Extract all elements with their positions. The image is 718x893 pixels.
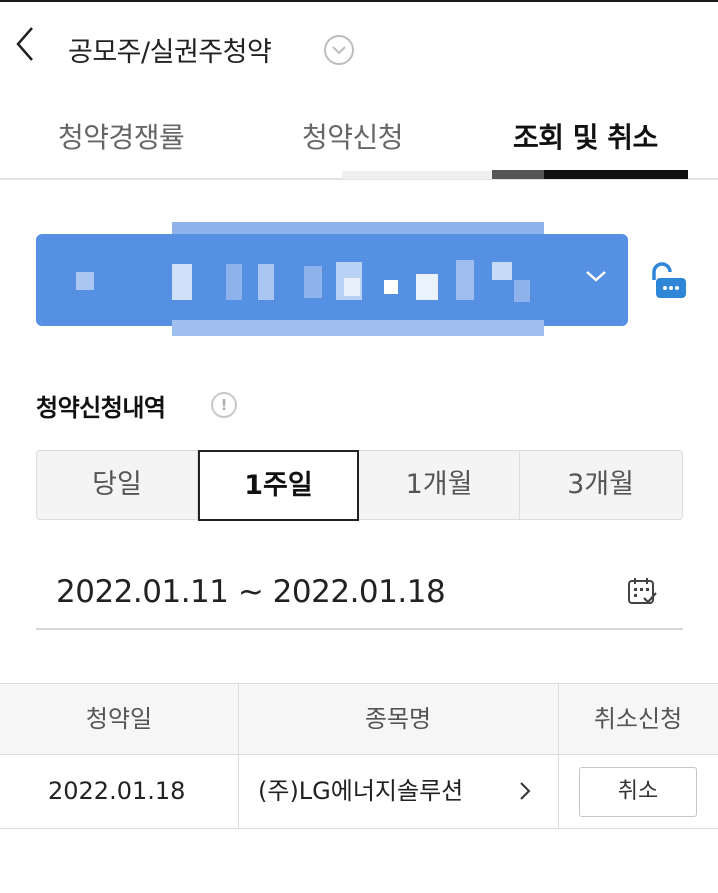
chevron-left-icon — [16, 27, 33, 61]
masked-pixel — [258, 264, 274, 300]
tab-subscription-apply[interactable]: 청약신청 — [302, 116, 404, 156]
tab-bar: 청약경쟁률 청약신청 조회 및 취소 — [0, 108, 718, 180]
masked-pixel — [416, 274, 438, 300]
tab-scroll-hint — [342, 171, 492, 179]
period-1month-button[interactable]: 1개월 — [359, 451, 520, 519]
period-1week-button[interactable]: 1주일 — [198, 450, 359, 521]
masked-pixel — [492, 262, 512, 280]
calendar-icon[interactable] — [626, 576, 658, 608]
row-date: 2022.01.18 — [48, 777, 186, 805]
row-stock-name[interactable]: (주)LG에너지솔루션 — [258, 755, 463, 827]
info-icon[interactable]: ! — [211, 392, 237, 418]
masked-account-number — [76, 272, 94, 290]
masked-pixel — [344, 278, 360, 296]
column-header-date: 청약일 — [85, 705, 153, 733]
chevron-down-icon — [332, 46, 346, 55]
masked-pixel — [514, 280, 530, 302]
section-title: 청약신청내역 — [36, 394, 166, 422]
masked-pixel — [456, 260, 474, 300]
masked-pixel — [172, 264, 192, 300]
table-header: 청약일 종목명 취소신청 — [0, 683, 718, 755]
column-header-cancel: 취소신청 — [593, 705, 683, 733]
masked-pixel — [226, 264, 242, 300]
date-range[interactable]: 2022.01.11 ~ 2022.01.18 — [56, 574, 446, 610]
app-header: 공모주/실권주청약 — [0, 18, 718, 78]
back-button[interactable] — [12, 24, 42, 64]
masked-pixel — [304, 266, 322, 298]
title-dropdown-button[interactable] — [324, 35, 354, 65]
period-selector: 당일 1주일 1개월 3개월 — [36, 450, 683, 521]
unlock-password-icon[interactable] — [646, 258, 690, 302]
masked-pixel — [384, 280, 398, 294]
page-title: 공모주/실권주청약 — [68, 37, 272, 68]
cancel-button[interactable]: 취소 — [579, 767, 697, 817]
tab-competition-rate[interactable]: 청약경쟁률 — [58, 116, 185, 156]
date-range-underline — [36, 628, 683, 630]
account-selector[interactable] — [36, 234, 628, 326]
period-3month-button[interactable]: 3개월 — [520, 451, 681, 519]
account-blur-strip — [172, 320, 544, 336]
period-today-button[interactable]: 당일 — [37, 451, 198, 519]
tab-inquiry-cancel[interactable]: 조회 및 취소 — [513, 116, 658, 156]
column-header-stock-name: 종목명 — [364, 705, 432, 733]
top-border — [0, 0, 718, 2]
active-tab-indicator — [492, 170, 688, 179]
chevron-right-icon[interactable] — [518, 780, 532, 802]
table-row: 2022.01.18 (주)LG에너지솔루션 취소 — [0, 755, 718, 829]
chevron-down-icon[interactable] — [584, 268, 608, 284]
